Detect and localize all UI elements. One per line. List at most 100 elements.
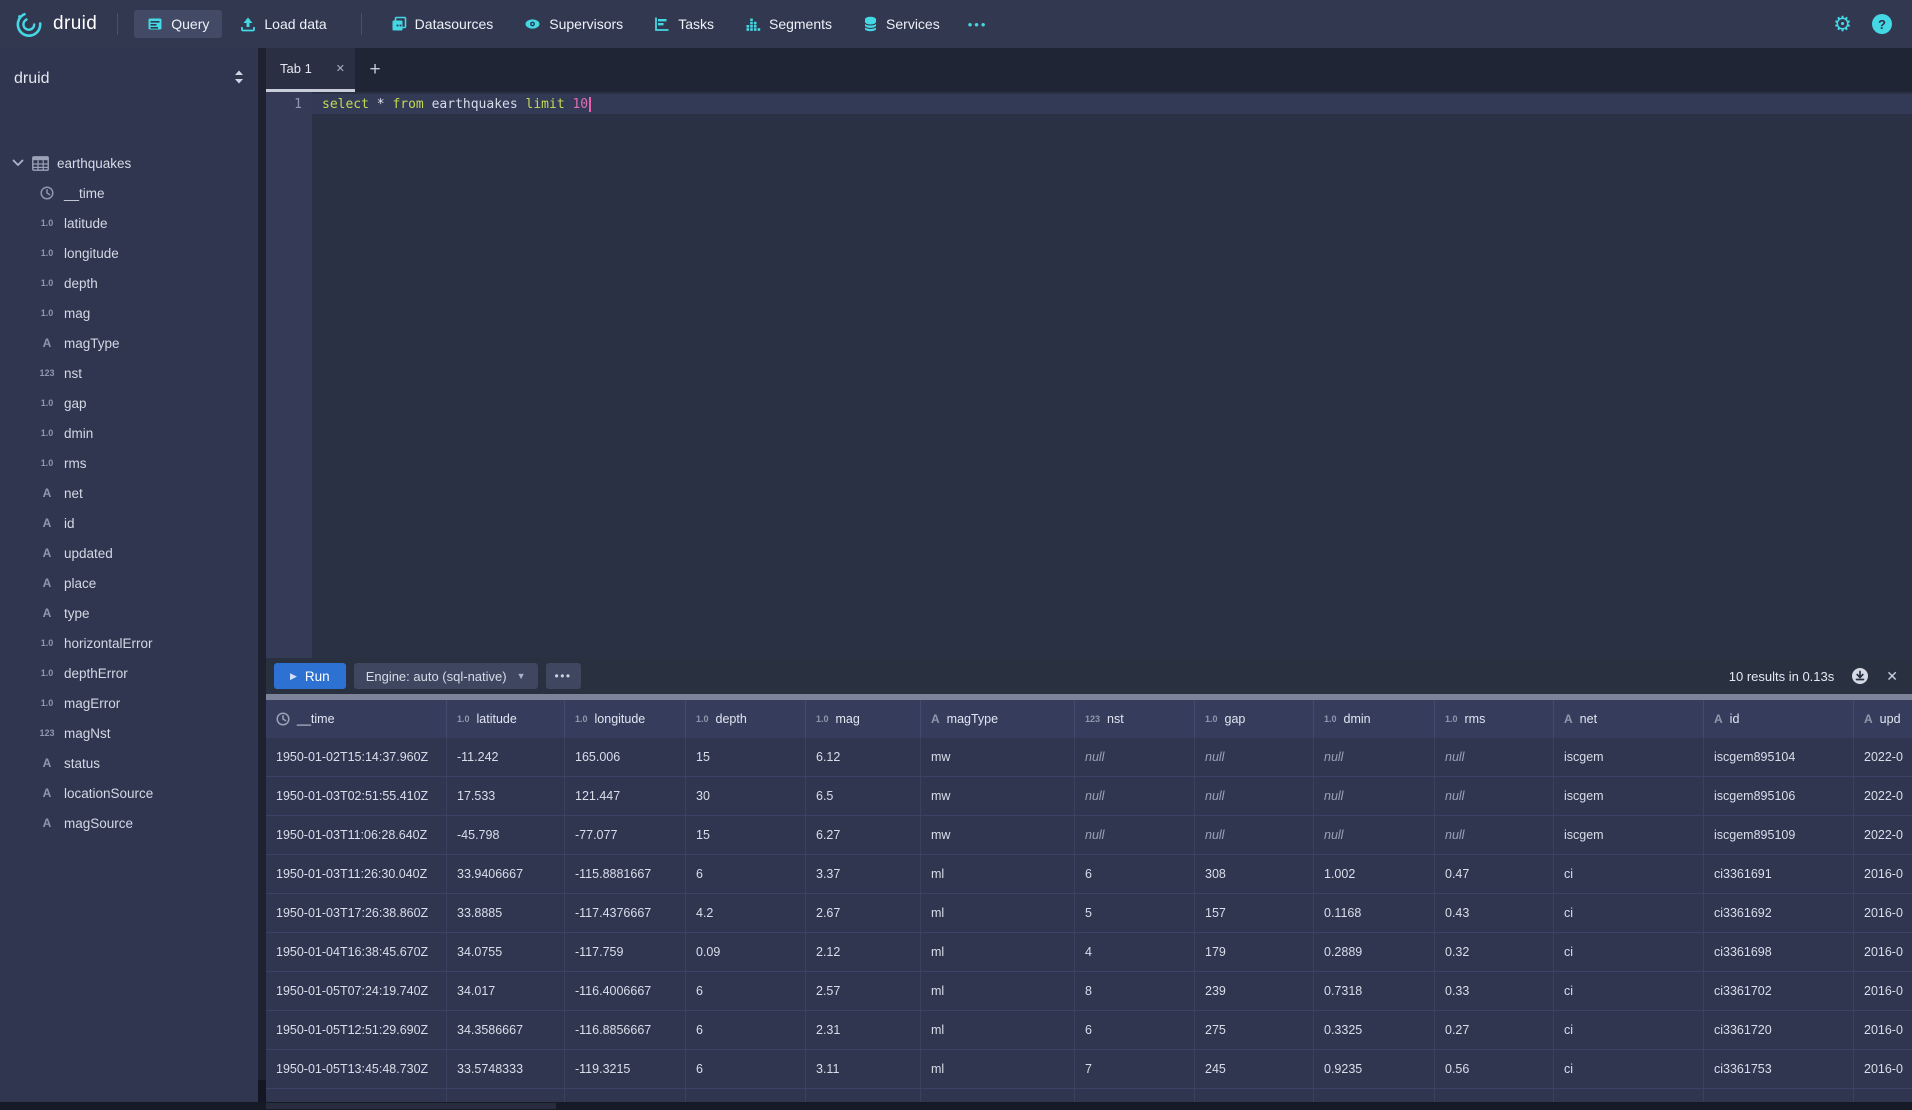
- cell-depth[interactable]: 15: [686, 816, 806, 854]
- cell-latitude[interactable]: -11.242: [447, 738, 565, 776]
- cell-dmin[interactable]: 0.2889: [1314, 933, 1435, 971]
- cell-nst[interactable]: 8: [1075, 972, 1195, 1010]
- cell-id[interactable]: iscgem895106: [1704, 777, 1854, 815]
- cell-gap[interactable]: 179: [1195, 933, 1314, 971]
- cell-updated[interactable]: [1854, 1089, 1912, 1102]
- cell-__time[interactable]: 1950-01-05T07:24:19.740Z: [266, 972, 447, 1010]
- cell-nst[interactable]: 4: [1075, 933, 1195, 971]
- cell-id[interactable]: ci3361698: [1704, 933, 1854, 971]
- cell-mag[interactable]: 3.37: [806, 855, 921, 893]
- cell-nst[interactable]: 5: [1075, 894, 1195, 932]
- scrollbar-thumb[interactable]: [266, 1103, 556, 1109]
- cell-updated[interactable]: 2016-0: [1854, 1050, 1912, 1088]
- cell-depth[interactable]: 6: [686, 972, 806, 1010]
- query-more-button[interactable]: •••: [546, 663, 581, 689]
- cell-id[interactable]: ci3361692: [1704, 894, 1854, 932]
- cell-longitude[interactable]: [565, 1089, 686, 1102]
- cell-__time[interactable]: 1950-01-02T15:14:37.960Z: [266, 738, 447, 776]
- column-header-latitude[interactable]: 1.0latitude: [447, 700, 565, 738]
- cell-gap[interactable]: 275: [1195, 1011, 1314, 1049]
- cell-gap[interactable]: [1195, 1089, 1314, 1102]
- cell-latitude[interactable]: -45.798: [447, 816, 565, 854]
- close-results-icon[interactable]: ✕: [1886, 668, 1898, 685]
- cell-magType[interactable]: ml: [921, 894, 1075, 932]
- cell-net[interactable]: ci: [1554, 1011, 1704, 1049]
- cell-mag[interactable]: [806, 1089, 921, 1102]
- cell-mag[interactable]: 2.31: [806, 1011, 921, 1049]
- cell-__time[interactable]: 1950-01-05T12:51:29.690Z: [266, 1011, 447, 1049]
- cell-magType[interactable]: mw: [921, 738, 1075, 776]
- cell-dmin[interactable]: null: [1314, 816, 1435, 854]
- sidebar-field-status[interactable]: A status: [0, 748, 258, 778]
- cell-magType[interactable]: ml: [921, 1011, 1075, 1049]
- cell-__time[interactable]: 1950-01-03T11:06:28.640Z: [266, 816, 447, 854]
- sidebar-field-dmin[interactable]: 1.0 dmin: [0, 418, 258, 448]
- cell-net[interactable]: ci: [1554, 972, 1704, 1010]
- sidebar-scrollbar[interactable]: [258, 48, 266, 1110]
- cell-gap[interactable]: 308: [1195, 855, 1314, 893]
- datasource-node[interactable]: earthquakes: [0, 148, 258, 178]
- cell-magType[interactable]: [921, 1089, 1075, 1102]
- cell-net[interactable]: iscgem: [1554, 777, 1704, 815]
- cell-mag[interactable]: 6.12: [806, 738, 921, 776]
- sidebar-field-latitude[interactable]: 1.0 latitude: [0, 208, 258, 238]
- cell-rms[interactable]: 0.27: [1435, 1011, 1554, 1049]
- cell-magType[interactable]: ml: [921, 933, 1075, 971]
- brand-wordmark[interactable]: druid: [53, 13, 97, 35]
- cell-gap[interactable]: 239: [1195, 972, 1314, 1010]
- cell-updated[interactable]: 2022-0: [1854, 738, 1912, 776]
- nav-item-query[interactable]: Query: [134, 10, 222, 38]
- cell-latitude[interactable]: 33.8885: [447, 894, 565, 932]
- cell-rms[interactable]: null: [1435, 777, 1554, 815]
- cell-depth[interactable]: 4.2: [686, 894, 806, 932]
- cell-longitude[interactable]: 165.006: [565, 738, 686, 776]
- nav-item-supervisors[interactable]: Supervisors: [511, 10, 636, 38]
- cell-id[interactable]: iscgem895104: [1704, 738, 1854, 776]
- cell-rms[interactable]: 0.56: [1435, 1050, 1554, 1088]
- cell-longitude[interactable]: -77.077: [565, 816, 686, 854]
- cell-rms[interactable]: 0.43: [1435, 894, 1554, 932]
- sidebar-field-type[interactable]: A type: [0, 598, 258, 628]
- cell-mag[interactable]: 6.5: [806, 777, 921, 815]
- column-header-__time[interactable]: __time: [266, 700, 447, 738]
- cell-nst[interactable]: null: [1075, 738, 1195, 776]
- cell-rms[interactable]: null: [1435, 816, 1554, 854]
- column-header-magType[interactable]: AmagType: [921, 700, 1075, 738]
- cell-id[interactable]: ci3361720: [1704, 1011, 1854, 1049]
- cell-depth[interactable]: 6: [686, 855, 806, 893]
- cell-__time[interactable]: 1950-01-06T: [266, 1089, 447, 1102]
- cell-mag[interactable]: 2.57: [806, 972, 921, 1010]
- sidebar-field-__time[interactable]: __time: [0, 178, 258, 208]
- cell-nst[interactable]: 6: [1075, 855, 1195, 893]
- sidebar-field-magSource[interactable]: A magSource: [0, 808, 258, 838]
- cell-nst[interactable]: null: [1075, 777, 1195, 815]
- cell-id[interactable]: iscgem895109: [1704, 816, 1854, 854]
- cell-net[interactable]: [1554, 1089, 1704, 1102]
- cell-magType[interactable]: ml: [921, 855, 1075, 893]
- cell-rms[interactable]: 0.47: [1435, 855, 1554, 893]
- cell-nst[interactable]: null: [1075, 816, 1195, 854]
- cell-gap[interactable]: null: [1195, 777, 1314, 815]
- cell-latitude[interactable]: 33.9406667: [447, 855, 565, 893]
- nav-item-tasks[interactable]: Tasks: [641, 10, 727, 38]
- new-tab-button[interactable]: +: [355, 48, 395, 92]
- cell-depth[interactable]: 0.09: [686, 933, 806, 971]
- cell-updated[interactable]: 2016-0: [1854, 972, 1912, 1010]
- cell-longitude[interactable]: -115.8881667: [565, 855, 686, 893]
- cell-rms[interactable]: 0.32: [1435, 933, 1554, 971]
- cell-updated[interactable]: 2022-0: [1854, 777, 1912, 815]
- column-header-dmin[interactable]: 1.0dmin: [1314, 700, 1435, 738]
- cell-__time[interactable]: 1950-01-03T11:26:30.040Z: [266, 855, 447, 893]
- cell-longitude[interactable]: -116.4006667: [565, 972, 686, 1010]
- cell-latitude[interactable]: 34.3586667: [447, 1011, 565, 1049]
- cell-dmin[interactable]: 0.1168: [1314, 894, 1435, 932]
- column-header-nst[interactable]: 123nst: [1075, 700, 1195, 738]
- column-header-longitude[interactable]: 1.0longitude: [565, 700, 686, 738]
- cell-longitude[interactable]: -119.3215: [565, 1050, 686, 1088]
- gear-icon[interactable]: ⚙: [1833, 14, 1852, 35]
- cell-dmin[interactable]: 0.3325: [1314, 1011, 1435, 1049]
- cell-updated[interactable]: 2016-0: [1854, 1011, 1912, 1049]
- cell-depth[interactable]: [686, 1089, 806, 1102]
- sidebar-field-longitude[interactable]: 1.0 longitude: [0, 238, 258, 268]
- cell-__time[interactable]: 1950-01-05T13:45:48.730Z: [266, 1050, 447, 1088]
